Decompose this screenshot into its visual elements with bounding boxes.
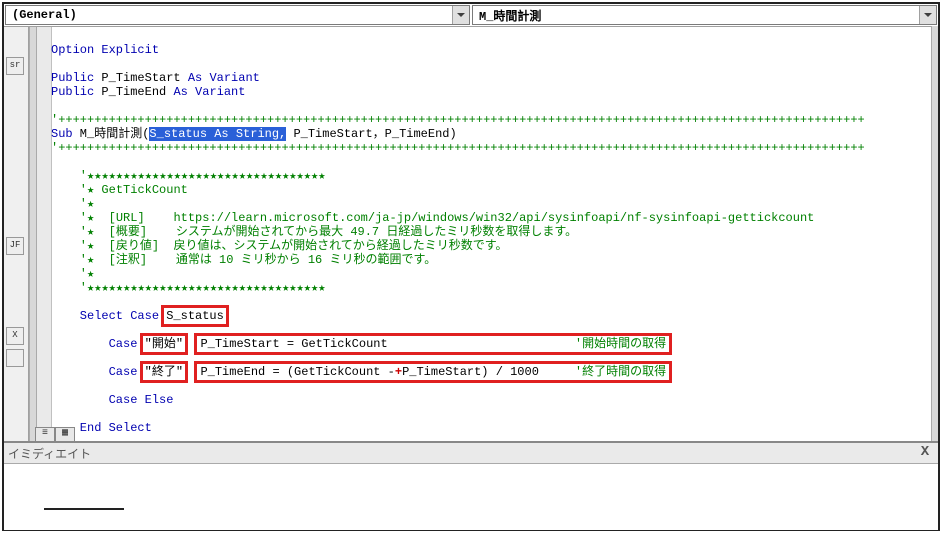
- object-dropdown-label: (General): [6, 8, 452, 22]
- main-row: sr JF X Option Explicit Public P_TimeSta…: [4, 27, 938, 444]
- code-pane[interactable]: Option Explicit Public P_TimeStart As Va…: [37, 27, 938, 444]
- close-icon[interactable]: X: [916, 445, 934, 461]
- immediate-window: イミディエイト X: [4, 441, 938, 529]
- chevron-down-icon: [452, 6, 469, 24]
- immediate-window-titlebar[interactable]: イミディエイト X: [4, 443, 938, 464]
- code-line: '★ [URL] https://learn.microsoft.com/ja-…: [51, 211, 814, 225]
- caret-icon: +: [395, 365, 402, 379]
- gutter-marker[interactable]: [6, 349, 24, 367]
- code-line: '★ [概要] システムが開始されてから最大 49.7 日経過したミリ秒数を取得…: [51, 225, 577, 239]
- code-line: '★ GetTickCount: [51, 183, 188, 197]
- procedure-dropdown[interactable]: M_時間計測: [472, 5, 937, 25]
- code-line: Case "終了" P_TimeEnd = (GetTickCount -+P_…: [51, 365, 669, 379]
- code-line: Select Case S_status: [51, 309, 224, 323]
- code-line: '+++++++++++++++++++++++++++++++++++++++…: [51, 113, 865, 127]
- annotation-box: "開始": [143, 336, 185, 352]
- code-line: '★★★★★★★★★★★★★★★★★★★★★★★★★★★★★★★★★: [51, 281, 325, 295]
- code-line: '+++++++++++++++++++++++++++++++++++++++…: [51, 141, 865, 155]
- immediate-window-title: イミディエイト: [8, 445, 91, 462]
- vertical-scrollbar[interactable]: [931, 26, 938, 443]
- annotation-box: P_TimeEnd = (GetTickCount -+P_TimeStart)…: [197, 364, 669, 380]
- code-line: Sub M_時間計測(S_status As String, P_TimeSta…: [51, 127, 457, 141]
- chevron-down-icon: [919, 6, 936, 24]
- annotation-box: "終了": [143, 364, 185, 380]
- selected-text: S_status As String,: [149, 127, 286, 141]
- indicator-margin: [37, 27, 52, 444]
- gutter-marker[interactable]: X: [6, 327, 24, 345]
- code-line: '★: [51, 197, 94, 211]
- splitter-bar[interactable]: [29, 27, 37, 444]
- immediate-caret-line: [44, 508, 124, 510]
- gutter-marker[interactable]: sr: [6, 57, 24, 75]
- code-line: Public P_TimeEnd As Variant: [51, 85, 245, 99]
- code-pane-dropdown-bar: (General) M_時間計測: [4, 4, 938, 27]
- code-line: Case Else: [51, 393, 173, 407]
- gutter-marker[interactable]: JF: [6, 237, 24, 255]
- window-frame: (General) M_時間計測 sr JF X Option Explicit…: [2, 2, 940, 531]
- object-dropdown[interactable]: (General): [5, 5, 470, 25]
- procedure-dropdown-label: M_時間計測: [473, 7, 919, 24]
- code-line: '★★★★★★★★★★★★★★★★★★★★★★★★★★★★★★★★★: [51, 169, 325, 183]
- code-line: Option Explicit: [51, 43, 159, 57]
- code-line: '★ [戻り値] 戻り値は、システムが開始されてから経過したミリ秒数です。: [51, 239, 508, 253]
- annotation-box: S_status: [164, 308, 226, 324]
- code-content: Option Explicit Public P_TimeStart As Va…: [51, 27, 938, 444]
- code-line: Public P_TimeStart As Variant: [51, 71, 260, 85]
- code-line: '★: [51, 267, 94, 281]
- immediate-window-body[interactable]: [4, 464, 938, 530]
- code-line: Case "開始" P_TimeStart = GetTickCount '開始…: [51, 337, 669, 351]
- left-gutter: sr JF X: [4, 27, 29, 444]
- annotation-box: P_TimeStart = GetTickCount '開始時間の取得: [197, 336, 669, 352]
- code-line: '★ [注釈] 通常は 10 ミリ秒から 16 ミリ秒の範囲です。: [51, 253, 436, 267]
